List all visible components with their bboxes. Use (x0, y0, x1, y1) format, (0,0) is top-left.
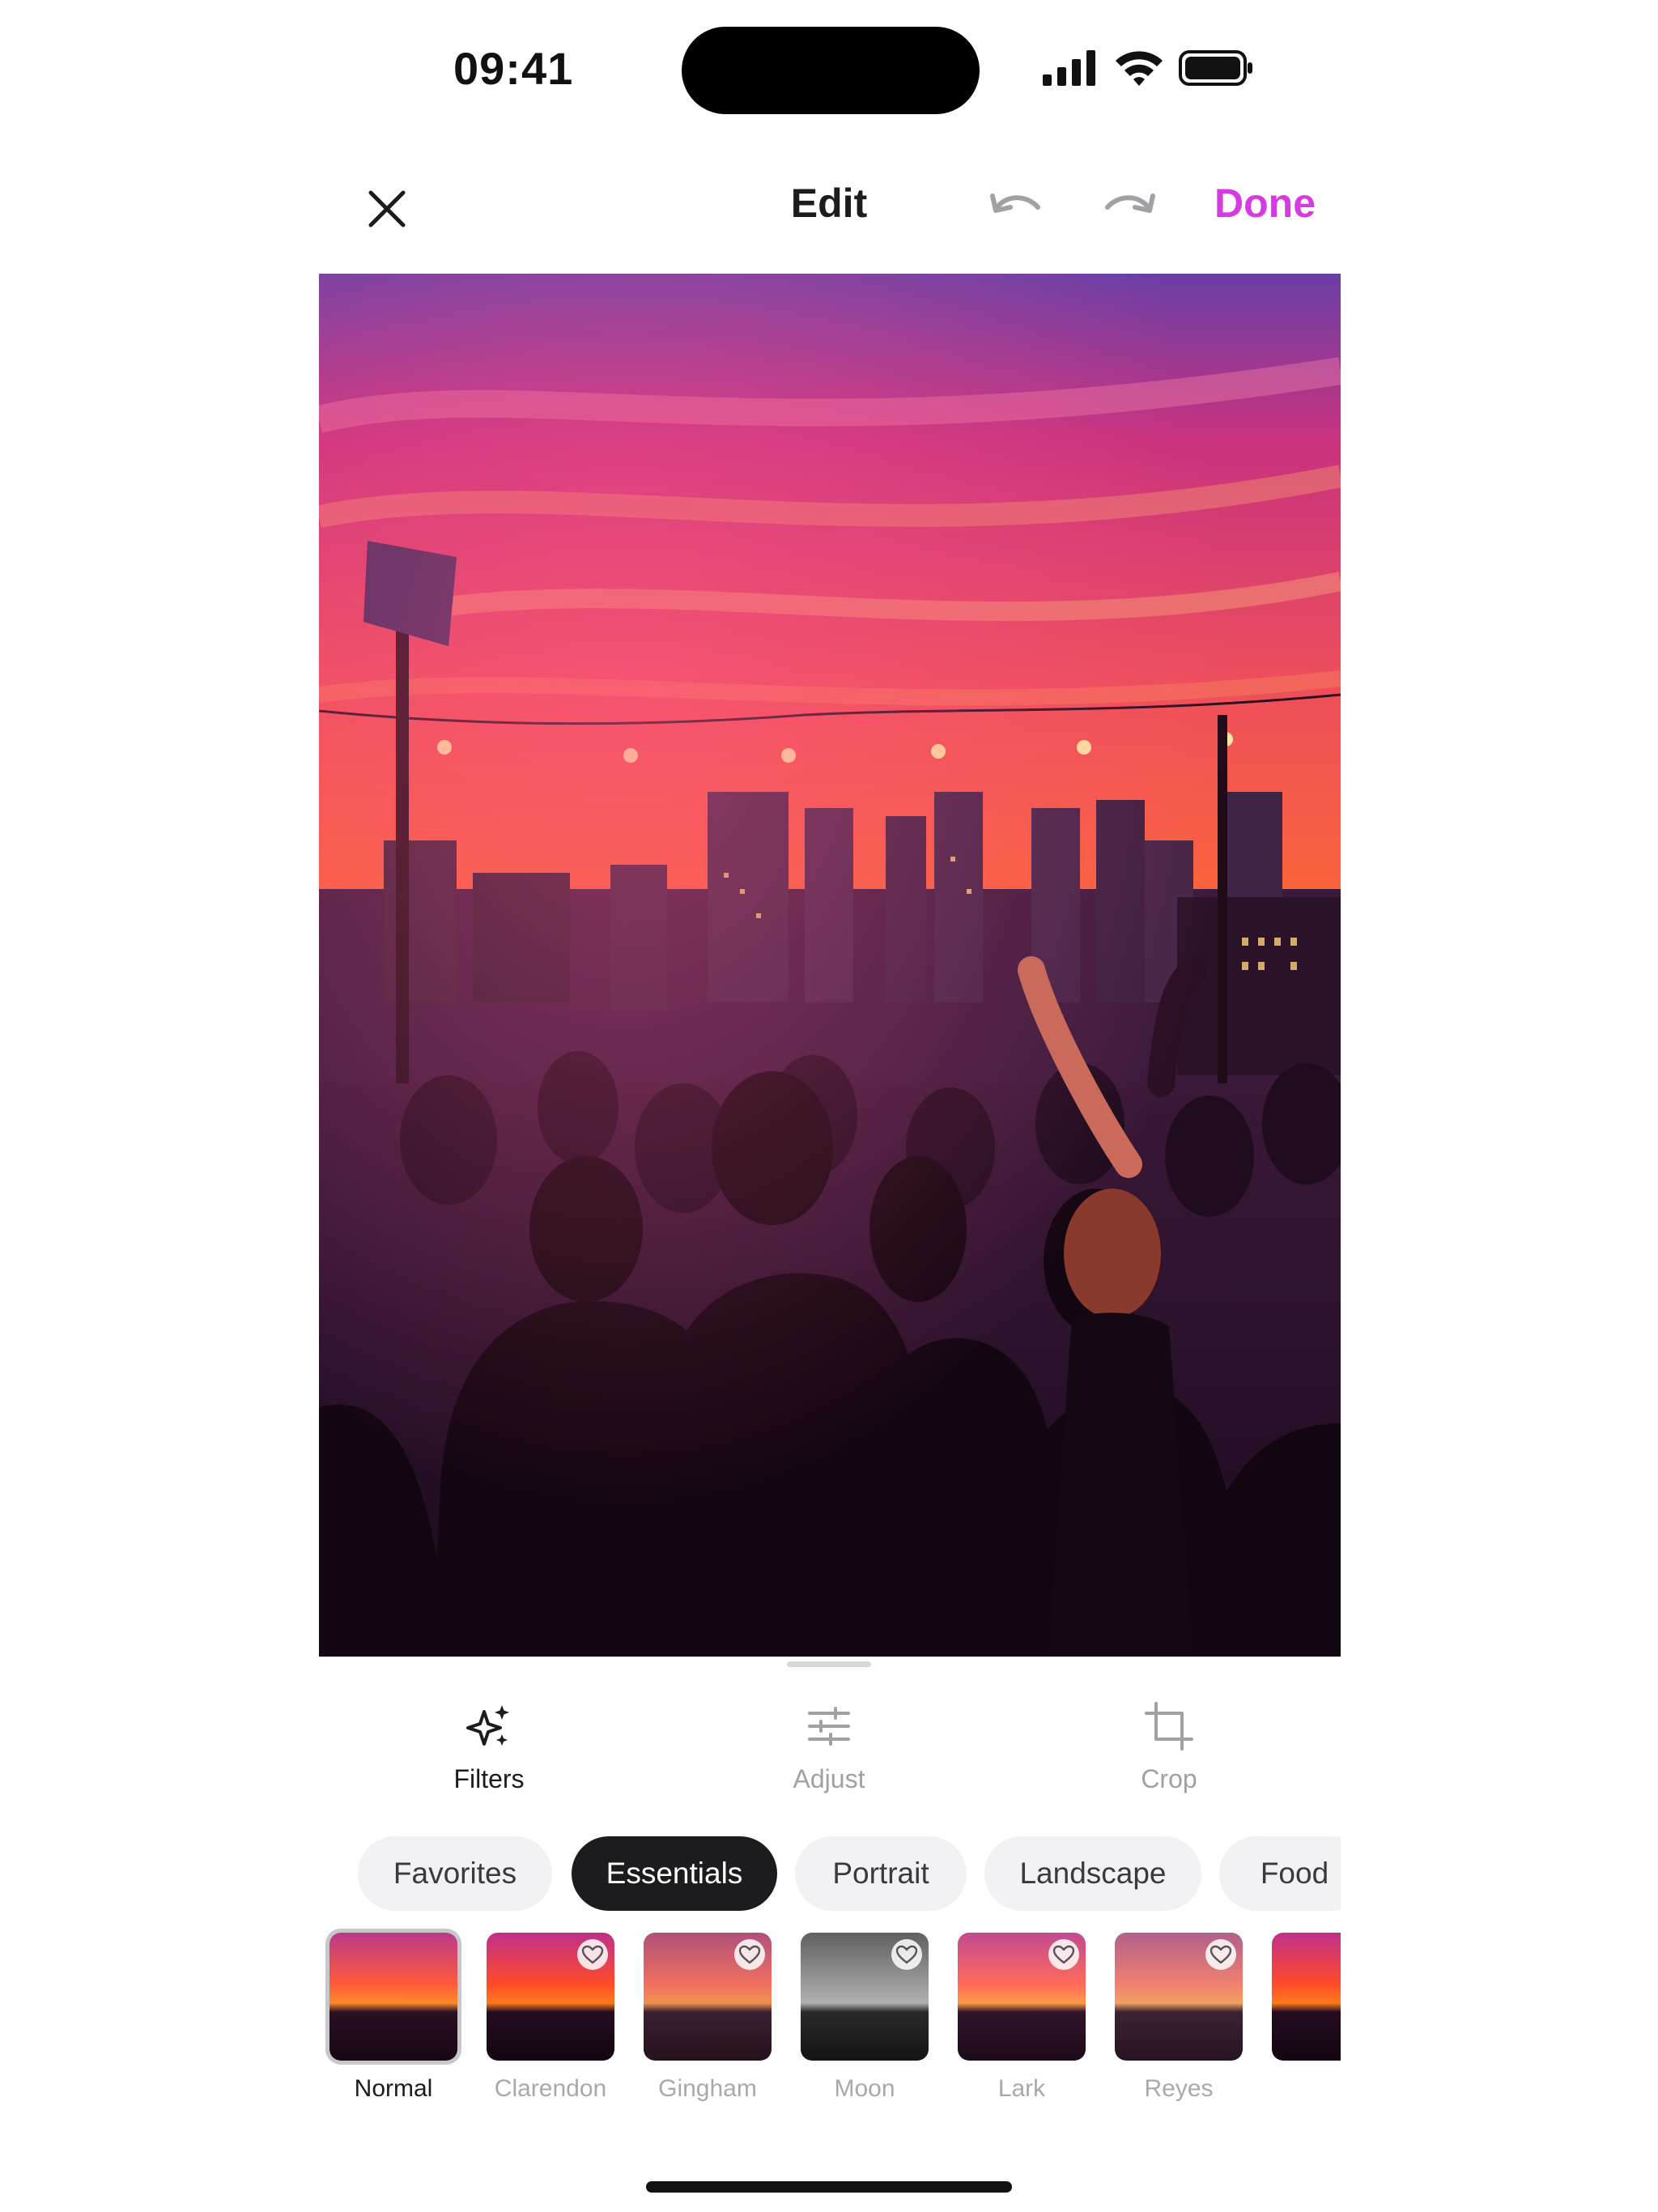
crop-icon (1145, 1702, 1193, 1750)
chip-favorites[interactable]: Favorites (358, 1836, 552, 1911)
chip-essentials[interactable]: Essentials (572, 1836, 777, 1911)
heart-icon[interactable] (1205, 1939, 1236, 1970)
heart-icon[interactable] (734, 1939, 765, 1970)
tab-filters[interactable]: Filters (368, 1700, 610, 1794)
page-title: Edit (790, 181, 868, 226)
heart-icon[interactable] (891, 1939, 922, 1970)
wifi-icon (1114, 49, 1164, 90)
home-indicator[interactable] (646, 2181, 1012, 2193)
dynamic-island (682, 27, 980, 114)
filter-thumbnail[interactable]: Reyes (1109, 1927, 1248, 2103)
redo-button[interactable] (1103, 188, 1156, 228)
filter-name: Lark (997, 2075, 1046, 2102)
filter-preview-image (487, 1933, 614, 2061)
redo-icon (1105, 194, 1155, 213)
chip-portrait[interactable]: Portrait (795, 1836, 967, 1911)
filter-thumbnail[interactable]: Gingham (638, 1927, 777, 2103)
done-button[interactable]: Done (1214, 180, 1316, 227)
tab-label-crop: Crop (1141, 1764, 1197, 1793)
heart-icon[interactable] (1048, 1939, 1079, 1970)
chip-food[interactable]: Food (1219, 1836, 1341, 1911)
photo-preview (319, 274, 1341, 1657)
chip-landscape[interactable]: Landscape (984, 1836, 1201, 1911)
filter-thumbnail[interactable]: Clarendon (481, 1927, 620, 2103)
filter-thumbnail[interactable]: Lark (952, 1927, 1091, 2103)
filter-preview-image (1115, 1933, 1243, 2061)
filter-thumbnail-partial[interactable] (1266, 1927, 1341, 2066)
filter-name: Moon (834, 2075, 895, 2102)
status-time: 09:41 (453, 43, 574, 94)
filter-name: Gingham (658, 2075, 757, 2102)
close-icon (368, 190, 406, 228)
filter-category-bar: Favorites Essentials Portrait Landscape … (319, 1836, 1341, 1911)
filter-name: Clarendon (494, 2075, 607, 2102)
filter-preview-image (1272, 1933, 1341, 2061)
tab-label-filters: Filters (453, 1764, 525, 1793)
filter-thumbnail[interactable]: Moon (795, 1927, 934, 2103)
filter-name: Reyes (1144, 2075, 1214, 2102)
sliders-icon (808, 1707, 850, 1746)
sparkles-icon (466, 1705, 509, 1746)
filter-preview-image (644, 1933, 772, 2061)
filter-preview-image (329, 1933, 457, 2061)
tab-crop[interactable]: Crop (1048, 1700, 1290, 1794)
filter-name: Normal (354, 2075, 433, 2102)
filter-preview-image (801, 1933, 929, 2061)
filter-thumbnail-strip: Normal Clarendon Gingham Moon Lark Reyes (319, 1927, 1341, 2121)
heart-icon[interactable] (577, 1939, 608, 1970)
undo-icon (990, 194, 1040, 213)
filter-preview-image (958, 1933, 1086, 2061)
tab-label-adjust: Adjust (793, 1764, 865, 1793)
battery-icon (1179, 50, 1253, 90)
sheet-grabber[interactable] (787, 1661, 871, 1667)
filter-thumbnail[interactable]: Normal (324, 1927, 463, 2103)
cellular-signal-icon (1043, 50, 1098, 90)
close-button[interactable] (363, 185, 411, 233)
tab-adjust[interactable]: Adjust (708, 1700, 950, 1794)
undo-button[interactable] (989, 188, 1043, 228)
